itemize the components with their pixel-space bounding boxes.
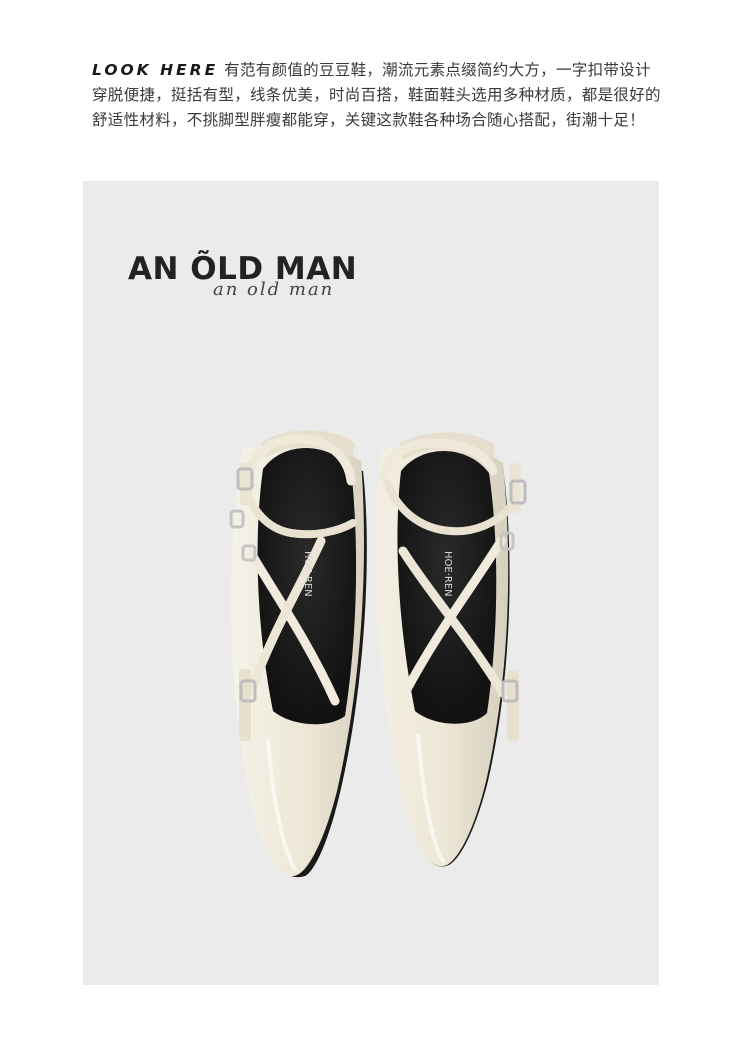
intro-lead: LOOK HERE [92, 61, 219, 79]
left-shoe: HOE·REN [229, 430, 367, 878]
insole-label-right: HOE·REN [442, 551, 453, 597]
shoes-photo: HOE·REN HOE·REN [229, 430, 527, 878]
intro-paragraph: LOOK HERE 有范有颜值的豆豆鞋，潮流元素点缀简约大方，一字扣带设计穿脱便捷… [92, 58, 664, 133]
insole-label-left: HOE·REN [302, 551, 313, 597]
right-shoe: HOE·REN [375, 432, 527, 867]
product-panel: AN ÕLD MAN an old man HOE·REN HOE·REN [83, 181, 659, 985]
